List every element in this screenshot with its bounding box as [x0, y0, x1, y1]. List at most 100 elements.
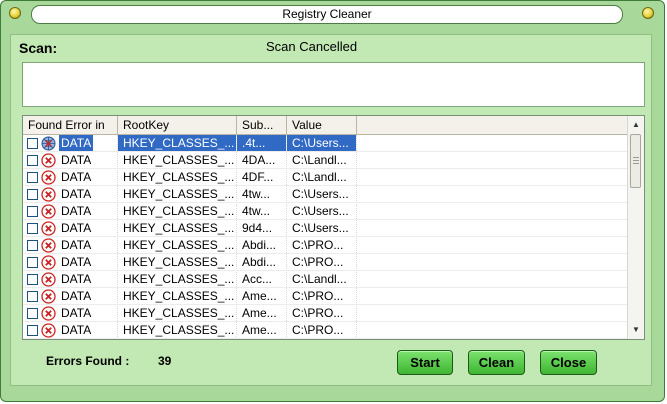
- found-error-text: DATA: [61, 323, 92, 337]
- subkey-cell: Abdi...: [242, 255, 277, 269]
- table-row[interactable]: DATA HKEY_CLASSES_... Acc... C:\Landl...: [23, 271, 627, 288]
- row-checkbox[interactable]: [27, 138, 38, 149]
- value-cell: C:\Users...: [292, 221, 349, 235]
- close-button[interactable]: Close: [540, 350, 597, 375]
- table-row[interactable]: DATA HKEY_CLASSES_... 4tw... C:\Users...: [23, 186, 627, 203]
- row-checkbox[interactable]: [27, 308, 38, 319]
- rootkey-cell: HKEY_CLASSES_...: [123, 221, 235, 235]
- subkey-cell: Ame...: [242, 289, 277, 303]
- subkey-cell: Ame...: [242, 306, 277, 320]
- subkey-cell: 4DA...: [242, 153, 276, 167]
- row-checkbox[interactable]: [27, 155, 38, 166]
- found-error-cell: DATA: [23, 203, 117, 220]
- found-error-text: DATA: [61, 187, 92, 201]
- errors-found-count: 39: [158, 354, 172, 368]
- subkey-cell: 4tw...: [242, 204, 271, 218]
- found-error-text: DATA: [61, 238, 92, 252]
- rootkey-cell: HKEY_CLASSES_...: [123, 255, 235, 269]
- error-x-icon: [41, 204, 56, 219]
- found-error-text: DATA: [61, 153, 92, 167]
- title-bar[interactable]: Registry Cleaner: [5, 4, 660, 25]
- table-row[interactable]: DATA HKEY_CLASSES_... .4t... C:\Users...: [23, 135, 627, 152]
- vertical-scrollbar[interactable]: ▲ ▼: [627, 116, 644, 339]
- window-title: Registry Cleaner: [31, 5, 623, 24]
- found-error-cell: DATA: [23, 288, 117, 305]
- column-header-value[interactable]: Value: [287, 116, 357, 134]
- row-checkbox[interactable]: [27, 223, 38, 234]
- rootkey-cell: HKEY_CLASSES_...: [123, 238, 235, 252]
- error-x-icon: [41, 187, 56, 202]
- table-row[interactable]: DATA HKEY_CLASSES_... Ame... C:\PRO...: [23, 305, 627, 322]
- row-checkbox[interactable]: [27, 240, 38, 251]
- clean-button[interactable]: Clean: [468, 350, 525, 375]
- rootkey-cell: HKEY_CLASSES_...: [123, 153, 235, 167]
- row-checkbox[interactable]: [27, 291, 38, 302]
- scroll-thumb[interactable]: [630, 134, 641, 188]
- value-cell: C:\PRO...: [292, 306, 344, 320]
- scroll-up-icon[interactable]: ▲: [628, 117, 644, 133]
- value-cell: C:\PRO...: [292, 255, 344, 269]
- value-cell: C:\Users...: [287, 135, 356, 152]
- error-x-icon: [41, 255, 56, 270]
- table-row[interactable]: DATA HKEY_CLASSES_... 4DA... C:\Landl...: [23, 152, 627, 169]
- list-header: Found Error in RootKey Sub... Value: [23, 116, 627, 135]
- subkey-cell: Acc...: [242, 272, 273, 286]
- value-cell: C:\Users...: [292, 187, 349, 201]
- found-error-cell: DATA: [23, 237, 117, 254]
- table-row[interactable]: DATA HKEY_CLASSES_... Abdi... C:\PRO...: [23, 254, 627, 271]
- found-error-cell: DATA: [23, 254, 117, 271]
- found-error-text: DATA: [61, 289, 92, 303]
- found-error-cell: DATA: [23, 322, 117, 339]
- value-cell: C:\Landl...: [292, 272, 347, 286]
- table-row[interactable]: DATA HKEY_CLASSES_... Ame... C:\PRO...: [23, 288, 627, 305]
- error-x-icon: [41, 272, 56, 287]
- table-row[interactable]: DATA HKEY_CLASSES_... Abdi... C:\PRO...: [23, 237, 627, 254]
- found-error-cell: DATA: [23, 220, 117, 237]
- error-x-icon: [41, 323, 56, 338]
- value-cell: C:\PRO...: [292, 289, 344, 303]
- scan-log-box: [22, 62, 645, 107]
- row-checkbox[interactable]: [27, 189, 38, 200]
- found-error-cell: DATA: [23, 135, 117, 152]
- found-error-cell: DATA: [23, 305, 117, 322]
- table-row[interactable]: DATA HKEY_CLASSES_... 9d4... C:\Users...: [23, 220, 627, 237]
- table-row[interactable]: DATA HKEY_CLASSES_... 4DF... C:\Landl...: [23, 169, 627, 186]
- subkey-cell: .4t...: [237, 135, 286, 152]
- row-checkbox[interactable]: [27, 206, 38, 217]
- error-x-icon: [41, 153, 56, 168]
- subkey-cell: Abdi...: [242, 238, 277, 252]
- rootkey-cell: HKEY_CLASSES_...: [123, 170, 235, 184]
- column-header-rootkey[interactable]: RootKey: [118, 116, 237, 134]
- error-x-icon: [41, 221, 56, 236]
- row-checkbox[interactable]: [27, 257, 38, 268]
- subkey-cell: 9d4...: [242, 221, 273, 235]
- rootkey-cell: HKEY_CLASSES_...: [123, 272, 235, 286]
- found-error-text: DATA: [61, 255, 92, 269]
- rootkey-cell: HKEY_CLASSES_...: [123, 204, 235, 218]
- column-header-found-error-in[interactable]: Found Error in: [23, 116, 118, 134]
- rootkey-cell: HKEY_CLASSES_...: [123, 306, 235, 320]
- found-error-text: DATA: [61, 306, 92, 320]
- found-error-cell: DATA: [23, 271, 117, 288]
- found-error-cell: DATA: [23, 169, 117, 186]
- rootkey-cell: HKEY_CLASSES_...: [123, 289, 235, 303]
- table-row[interactable]: DATA HKEY_CLASSES_... Ame... C:\PRO...: [23, 322, 627, 339]
- value-cell: C:\Landl...: [292, 170, 347, 184]
- rootkey-cell: HKEY_CLASSES_...: [118, 135, 236, 152]
- row-checkbox[interactable]: [27, 274, 38, 285]
- table-row[interactable]: DATA HKEY_CLASSES_... 4tw... C:\Users...: [23, 203, 627, 220]
- found-error-text: DATA: [61, 272, 92, 286]
- scroll-down-icon[interactable]: ▼: [628, 322, 644, 338]
- start-button[interactable]: Start: [397, 350, 453, 375]
- error-x-icon: [41, 238, 56, 253]
- value-cell: C:\Users...: [292, 204, 349, 218]
- results-list[interactable]: Found Error in RootKey Sub... Value DATA…: [22, 115, 645, 340]
- row-checkbox[interactable]: [27, 325, 38, 336]
- rootkey-cell: HKEY_CLASSES_...: [123, 187, 235, 201]
- row-checkbox[interactable]: [27, 172, 38, 183]
- error-x-icon: [41, 306, 56, 321]
- value-cell: C:\PRO...: [292, 323, 344, 337]
- column-header-subkey[interactable]: Sub...: [237, 116, 287, 134]
- value-cell: C:\Landl...: [292, 153, 347, 167]
- error-x-icon: [41, 170, 56, 185]
